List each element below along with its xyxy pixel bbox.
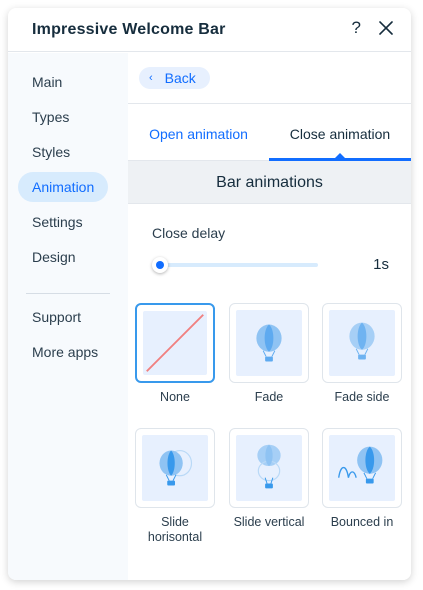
tab-open-animation[interactable]: Open animation xyxy=(128,104,269,161)
animation-option-fade[interactable]: Fade xyxy=(229,303,309,405)
option-tile xyxy=(322,303,402,383)
option-tile xyxy=(135,428,215,508)
option-preview xyxy=(236,435,302,501)
active-tab-indicator xyxy=(269,158,411,161)
animation-option-fade-side[interactable]: Fade side xyxy=(322,303,402,405)
option-preview xyxy=(329,310,395,376)
option-label: Fade side xyxy=(334,390,390,404)
sidebar-divider xyxy=(26,293,110,294)
animation-option-slide-vertical[interactable]: Slide vertical xyxy=(229,428,309,530)
option-preview xyxy=(236,310,302,376)
back-bar: ‹ Back xyxy=(128,53,411,104)
sidebar-item-design[interactable]: Design xyxy=(18,242,108,272)
close-delay-label: Close delay xyxy=(152,225,226,241)
option-tile xyxy=(135,303,215,383)
animation-option-none[interactable]: None xyxy=(135,303,215,405)
sidebar-item-support[interactable]: Support xyxy=(18,302,108,332)
option-tile xyxy=(229,303,309,383)
sidebar-item-types[interactable]: Types xyxy=(18,102,108,132)
option-tile xyxy=(229,428,309,508)
option-label: Slide vertical xyxy=(233,515,305,529)
sidebar-item-animation[interactable]: Animation xyxy=(18,172,108,202)
settings-panel: Impressive Welcome Bar ? Main Types Styl… xyxy=(8,8,411,580)
content-area: ‹ Back Open animation Close animation Ba… xyxy=(128,53,411,580)
option-label: None xyxy=(160,390,190,404)
option-preview xyxy=(329,435,395,501)
option-label: Fade xyxy=(254,390,284,404)
back-button[interactable]: ‹ Back xyxy=(139,67,210,89)
balloon-fade-side-icon xyxy=(349,322,375,360)
close-delay-slider-track[interactable] xyxy=(160,263,318,267)
chevron-left-icon: ‹ xyxy=(149,72,153,84)
none-icon xyxy=(146,314,204,372)
sidebar-item-main[interactable]: Main xyxy=(18,67,108,97)
sidebar-item-settings[interactable]: Settings xyxy=(18,207,108,237)
sidebar: Main Types Styles Animation Settings Des… xyxy=(8,53,128,580)
balloon-bounce-icon xyxy=(338,446,383,484)
help-icon[interactable]: ? xyxy=(352,18,361,38)
animation-option-slide-horisontal[interactable]: Slide horisontal xyxy=(135,428,215,545)
option-label: Bounced in xyxy=(330,515,394,529)
close-icon[interactable] xyxy=(377,19,395,37)
sidebar-item-styles[interactable]: Styles xyxy=(18,137,108,167)
option-preview xyxy=(143,311,207,375)
back-label: Back xyxy=(164,70,196,86)
option-label: Slide horisontal xyxy=(147,515,203,544)
active-tab-caret xyxy=(335,153,345,158)
close-delay-value: 1s xyxy=(373,256,389,273)
balloon-slide-horizontal-icon xyxy=(159,449,193,486)
option-tile xyxy=(322,428,402,508)
sidebar-item-more-apps[interactable]: More apps xyxy=(18,337,108,367)
panel-header: Impressive Welcome Bar ? xyxy=(8,8,411,52)
section-title: Bar animations xyxy=(128,161,411,204)
option-preview xyxy=(142,435,208,501)
balloon-fade-icon xyxy=(256,324,282,362)
close-delay-slider-handle[interactable] xyxy=(152,257,168,273)
animation-tabs: Open animation Close animation xyxy=(128,104,411,161)
balloon-slide-vertical-icon xyxy=(257,444,281,489)
animation-option-bounced-in[interactable]: Bounced in xyxy=(322,428,402,530)
panel-title: Impressive Welcome Bar xyxy=(32,20,226,38)
